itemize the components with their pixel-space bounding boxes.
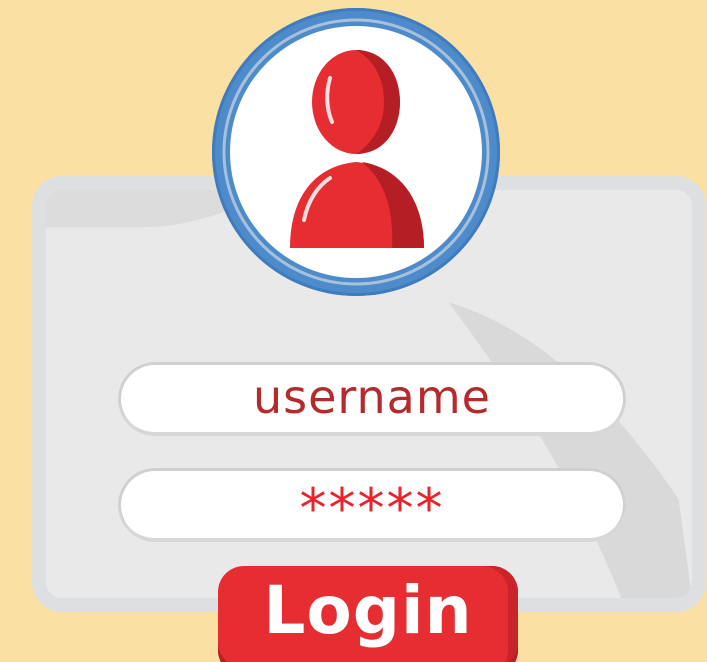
username-value: username xyxy=(253,370,491,424)
username-field[interactable]: username xyxy=(118,362,626,436)
user-avatar-icon xyxy=(222,18,490,286)
password-field[interactable]: ***** xyxy=(118,468,626,542)
login-button[interactable]: Login xyxy=(218,566,518,662)
login-button-label: Login xyxy=(263,572,473,649)
login-screen: username ***** Login xyxy=(0,0,707,662)
password-value: ***** xyxy=(299,476,445,540)
